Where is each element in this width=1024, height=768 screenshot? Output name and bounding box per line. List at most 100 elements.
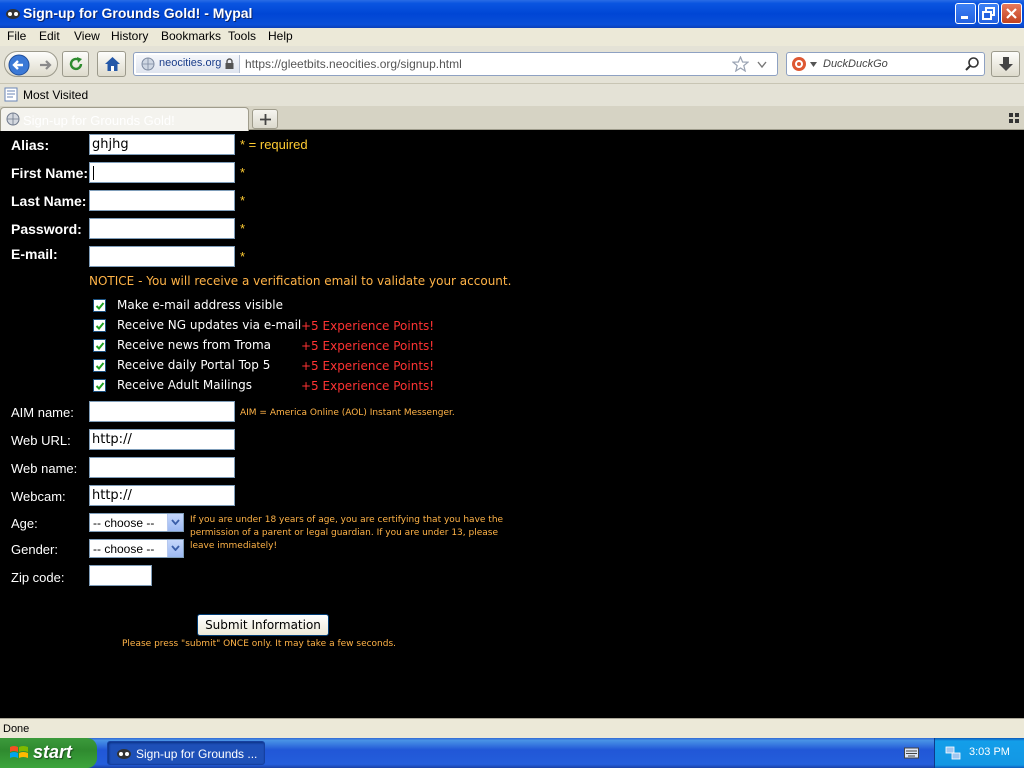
gender-select[interactable]: -- choose --	[89, 539, 184, 558]
page-globe-icon	[6, 112, 20, 126]
checkbox-label-adult-mailings: Receive Adult Mailings	[117, 378, 253, 392]
page-content: Alias: ghjhg * = required First Name: * …	[0, 131, 1024, 718]
bookmark-star-icon[interactable]	[732, 56, 749, 72]
lock-icon	[225, 58, 234, 69]
status-bar: Done	[0, 718, 1024, 738]
checkbox-portal-top5[interactable]	[93, 359, 106, 372]
first-name-label: First Name:	[11, 165, 89, 181]
new-tab-button[interactable]	[252, 109, 278, 129]
most-visited-icon	[4, 87, 18, 102]
mypal-taskbar-icon	[117, 749, 131, 759]
mypal-app-icon	[6, 9, 20, 19]
menu-view[interactable]: View	[74, 29, 100, 43]
home-button[interactable]	[97, 51, 126, 77]
checkbox-email-visible[interactable]	[93, 299, 106, 312]
close-icon	[1006, 8, 1017, 19]
last-name-input[interactable]	[89, 190, 235, 211]
dropdown-arrow-icon[interactable]	[167, 514, 183, 531]
password-input[interactable]	[89, 218, 235, 239]
dropdown-arrow-icon[interactable]	[167, 540, 183, 557]
last-name-label: Last Name:	[11, 193, 87, 209]
first-name-required-star: *	[240, 165, 246, 180]
tab-signup[interactable]: Sign-up for Grounds Gold!	[0, 107, 249, 131]
age-selected-value: -- choose --	[93, 516, 155, 530]
url-text: https://gleetbits.neocities.org/signup.h…	[245, 57, 462, 71]
menu-tools[interactable]: Tools	[228, 29, 256, 43]
search-placeholder: DuckDuckGo	[823, 58, 888, 70]
web-url-input[interactable]: http://	[89, 429, 235, 450]
duckduckgo-icon[interactable]	[791, 56, 807, 72]
tab-strip: Sign-up for Grounds Gold!	[0, 106, 1024, 131]
web-name-input[interactable]	[89, 457, 235, 478]
alias-input[interactable]: ghjhg	[89, 134, 235, 155]
start-label: start	[33, 742, 73, 762]
start-button[interactable]: start	[0, 738, 97, 768]
url-dropdown-icon[interactable]	[757, 61, 767, 68]
age-label: Age:	[11, 516, 38, 531]
checkbox-ng-updates[interactable]	[93, 319, 106, 332]
forward-icon[interactable]	[37, 57, 53, 73]
checkmark-icon	[95, 302, 105, 310]
plus-icon	[260, 114, 271, 125]
taskbar-window-button[interactable]: Sign-up for Grounds ...	[107, 741, 265, 765]
search-icon[interactable]	[964, 56, 980, 72]
last-name-required-star: *	[240, 193, 246, 208]
aim-input[interactable]	[89, 401, 235, 422]
taskbar: start Sign-up for Grounds ... 3:03 PM	[0, 738, 1024, 768]
checkbox-label-email-visible: Make e-mail address visible	[117, 298, 283, 312]
text-cursor	[93, 166, 94, 180]
menu-file[interactable]: File	[7, 29, 26, 43]
zip-label: Zip code:	[11, 570, 65, 585]
first-name-input[interactable]	[89, 162, 235, 183]
menu-bookmarks[interactable]: Bookmarks	[161, 29, 221, 43]
experience-points-note: +5 Experience Points!	[301, 339, 435, 353]
submit-note: Please press "submit" ONCE only. It may …	[122, 639, 397, 649]
aim-note: AIM = America Online (AOL) Instant Messe…	[240, 408, 455, 418]
menu-history[interactable]: History	[111, 29, 148, 43]
password-label: Password:	[11, 221, 82, 237]
age-notice-line-3: leave immediately!	[190, 541, 278, 551]
back-icon[interactable]	[8, 54, 30, 76]
checkmark-icon	[95, 382, 105, 390]
checkmark-icon	[95, 362, 105, 370]
tab-list-grid-icon[interactable]	[1009, 113, 1019, 123]
reload-icon	[69, 57, 83, 71]
close-button[interactable]	[1001, 3, 1022, 24]
menu-edit[interactable]: Edit	[39, 29, 60, 43]
email-input[interactable]	[89, 246, 235, 267]
keyboard-icon[interactable]	[904, 747, 919, 759]
age-select[interactable]: -- choose --	[89, 513, 184, 532]
window-title: Sign-up for Grounds Gold! - Mypal	[23, 5, 253, 21]
web-name-label: Web name:	[11, 461, 78, 476]
email-label: E-mail:	[11, 246, 58, 262]
zip-input[interactable]	[89, 565, 152, 586]
back-forward-group	[4, 51, 58, 77]
downloads-button[interactable]	[991, 51, 1020, 77]
site-identity-badge[interactable]: neocities.org	[136, 55, 240, 73]
age-notice-line-2: permission of a parent or legal guardian…	[190, 528, 498, 538]
navigation-toolbar: neocities.org https://gleetbits.neocitie…	[0, 46, 1024, 84]
search-bar[interactable]: DuckDuckGo	[786, 52, 985, 76]
minimize-button[interactable]	[955, 3, 976, 24]
taskbar-window-title: Sign-up for Grounds ...	[136, 747, 258, 761]
address-bar[interactable]: neocities.org https://gleetbits.neocitie…	[133, 52, 778, 76]
checkbox-troma-news[interactable]	[93, 339, 106, 352]
bookmarks-toolbar: Most Visited	[0, 84, 1024, 106]
web-url-label: Web URL:	[11, 433, 71, 448]
email-required-star: *	[240, 249, 246, 264]
aim-label: AIM name:	[11, 405, 74, 420]
password-required-star: *	[240, 221, 246, 236]
required-note: * = required	[240, 137, 308, 152]
checkbox-adult-mailings[interactable]	[93, 379, 106, 392]
webcam-input[interactable]: http://	[89, 485, 235, 506]
reload-button[interactable]	[62, 51, 89, 77]
restore-button[interactable]	[978, 3, 999, 24]
search-engine-dropdown-icon[interactable]	[810, 62, 817, 67]
most-visited-link[interactable]: Most Visited	[23, 88, 88, 102]
experience-points-note: +5 Experience Points!	[301, 319, 435, 333]
network-icon[interactable]	[945, 745, 961, 761]
menu-help[interactable]: Help	[268, 29, 293, 43]
windows-logo-icon	[10, 746, 28, 758]
download-arrow-icon	[999, 57, 1013, 71]
submit-button[interactable]: Submit Information	[197, 614, 329, 636]
